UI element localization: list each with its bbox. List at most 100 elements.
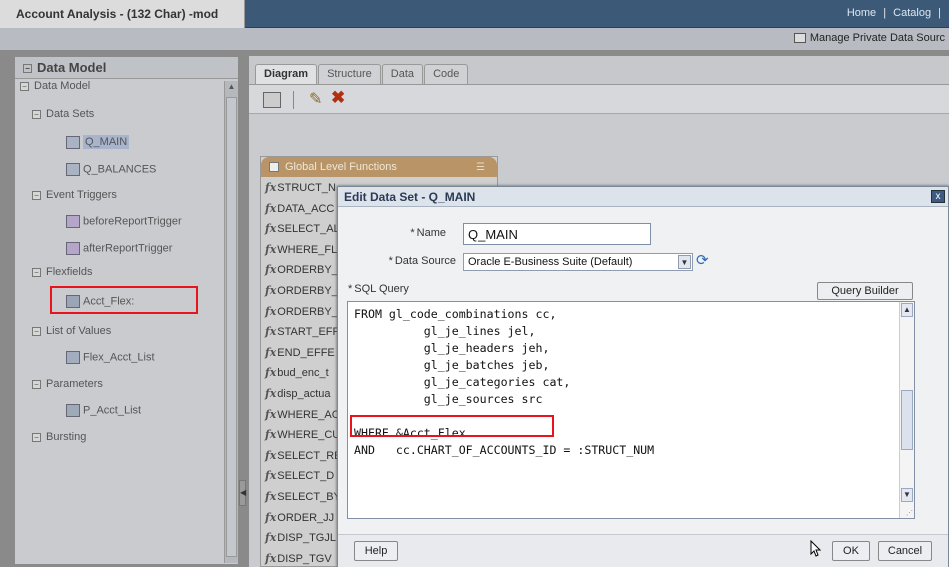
panel-scrollbar[interactable]: ▲ [224,81,238,563]
nav-separator: | [938,7,941,19]
cancel-button[interactable]: Cancel [878,541,932,561]
help-button[interactable]: Help [354,541,398,561]
collapse-icon[interactable]: − [32,432,41,442]
function-icon: fx [265,304,277,318]
function-icon: fx [265,510,277,524]
chevron-down-icon[interactable]: ▼ [678,255,691,269]
panel-collapse-handle[interactable]: ◀ [239,480,246,506]
tab-data[interactable]: Data [381,64,424,84]
function-item[interactable]: fxSELECT_RE [265,449,342,462]
function-icon: fx [265,428,277,442]
diagram-toolbar: ✎ ✖ [249,84,949,114]
tab-diagram[interactable]: Diagram [255,64,318,84]
tree-item-label: Event Triggers [46,189,117,201]
tree-item[interactable]: − Event Triggers [32,189,117,201]
tree-item-label: Q_BALANCES [83,163,157,176]
tree-item[interactable]: − Data Sets [32,108,94,120]
function-icon: fx [265,366,277,380]
tree-item[interactable]: − Bursting [32,431,86,443]
report-title-tab[interactable]: Account Analysis - (132 Char) -mod [0,0,245,28]
sql-query-editor[interactable]: FROM gl_code_combinations cc, gl_je_line… [347,301,915,519]
tree-item[interactable]: P_Acct_List [66,404,141,417]
function-item[interactable]: fxWHERE_AC [265,408,340,421]
ok-button[interactable]: OK [832,541,870,561]
collapse-icon[interactable]: − [32,109,41,119]
scroll-thumb[interactable] [226,97,237,557]
function-label: START_EFF [277,326,340,339]
collapse-icon[interactable]: − [32,267,41,277]
tree-item[interactable]: Flex_Acct_List [66,351,155,364]
collapse-icon[interactable]: − [32,326,41,336]
new-dataset-icon[interactable] [263,92,281,108]
function-icon: fx [265,325,277,339]
panel-header[interactable]: − Data Model [15,57,238,79]
scroll-up-icon[interactable]: ▲ [901,303,913,317]
collapse-icon[interactable]: − [20,81,29,91]
function-item[interactable]: fxDISP_TGV [265,552,332,565]
tree-item[interactable]: afterReportTrigger [66,242,172,255]
sql-scrollbar[interactable]: ▲ ▼ ⋰ [899,302,914,518]
dialog-button-bar: Help OK Cancel [338,534,948,567]
data-source-select[interactable]: Oracle E-Business Suite (Default) ▼ [463,253,693,271]
function-item[interactable]: fxbud_enc_t [265,366,329,379]
refresh-icon[interactable]: ⟳ [696,251,709,269]
function-label: ORDERBY_ [277,305,338,318]
delete-icon[interactable]: ✖ [331,88,345,108]
function-item[interactable]: fxWHERE_FL [265,243,337,256]
function-item[interactable]: fxWHERE_CU [265,428,340,441]
tree-item[interactable]: Q_MAIN [66,135,130,150]
tree-item-label: Parameters [46,378,103,390]
function-icon: fx [265,242,277,256]
tree-item[interactable]: − Flexfields [32,266,92,278]
function-item[interactable]: fxORDER_JJ [265,511,334,524]
dialog-title: Edit Data Set - Q_MAIN [338,187,948,207]
scroll-down-icon[interactable]: ▼ [901,488,913,502]
function-item[interactable]: fxDISP_TGJL [265,531,336,544]
tree-item[interactable]: − List of Values [32,325,111,337]
tab-structure[interactable]: Structure [318,64,381,84]
tree-item-label: Bursting [46,431,87,443]
name-input[interactable]: Q_MAIN [463,223,651,245]
tree-item[interactable]: − Data Model [20,80,90,92]
function-item[interactable]: fxORDERBY_ [265,305,338,318]
tree-item-label: Flex_Acct_List [83,351,155,364]
function-icon: fx [265,551,277,565]
function-item[interactable]: fxdisp_actua [265,387,331,400]
global-functions-header[interactable]: Global Level Functions ☰ [261,157,497,177]
function-label: bud_enc_t [277,367,329,380]
function-item[interactable]: fxSTART_EFF [265,325,339,338]
collapse-icon[interactable]: − [32,379,41,389]
scroll-up-icon[interactable]: ▲ [226,82,237,94]
flexfield-highlight-box [50,286,198,314]
function-item[interactable]: fxSELECT_D [265,469,334,482]
function-item[interactable]: fxORDERBY_ [265,263,338,276]
resize-grip-icon[interactable]: ⋰ [906,509,913,517]
list-icon [66,351,80,364]
home-link[interactable]: Home [847,7,876,19]
query-builder-button[interactable]: Query Builder [817,282,913,300]
tree-item[interactable]: beforeReportTrigger [66,215,182,228]
catalog-link[interactable]: Catalog [893,7,931,19]
function-item[interactable]: fxORDERBY_ [265,284,338,297]
function-item[interactable]: fxSELECT_BY [265,490,341,503]
function-label: SELECT_AL [277,223,340,236]
tree-item[interactable]: Q_BALANCES [66,163,156,176]
function-label: ORDERBY_ [277,285,338,297]
collapse-icon[interactable] [269,162,279,173]
close-icon[interactable]: x [931,190,945,203]
edit-icon[interactable]: ✎ [309,89,322,109]
manage-private-data-sources-link[interactable]: Manage Private Data Sourc [793,32,945,44]
collapse-icon[interactable]: − [32,190,41,200]
menu-icon[interactable]: ☰ [476,162,485,173]
panel-title: Data Model [37,60,107,75]
edit-data-set-dialog: Edit Data Set - Q_MAIN x * Name Q_MAIN * D… [337,186,949,567]
function-item[interactable]: fxSTRUCT_N [265,181,336,194]
dataset-icon [66,163,80,176]
tab-code[interactable]: Code [424,64,469,84]
function-item[interactable]: fxSELECT_AL [265,222,340,235]
function-item[interactable]: fxDATA_ACC [265,202,334,215]
mouse-cursor-icon [810,540,822,557]
function-item[interactable]: fxEND_EFFE [265,346,335,359]
tree-item[interactable]: − Parameters [32,378,103,390]
scroll-thumb[interactable] [901,390,913,450]
